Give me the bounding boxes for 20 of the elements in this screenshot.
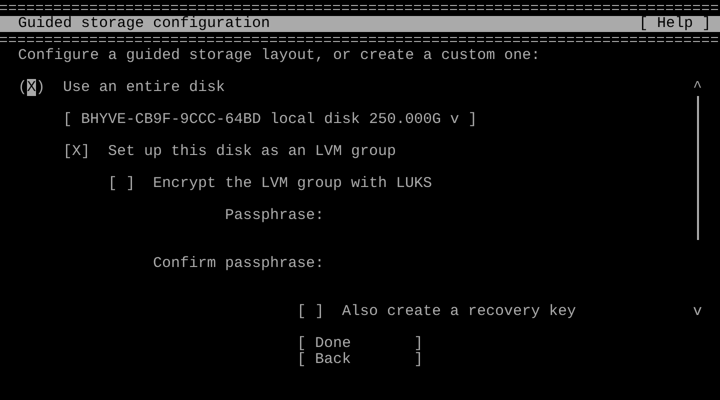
field-label: Passphrase: xyxy=(225,208,324,224)
screen-title: Guided storage configuration xyxy=(18,16,270,32)
option-label: Use an entire disk xyxy=(63,80,226,96)
checkbox[interactable]: [ ] xyxy=(297,304,324,320)
scroll-up-arrow[interactable]: ^ xyxy=(693,80,702,96)
menu-button[interactable]: [ Done ] xyxy=(297,336,424,352)
scrollbar-thumb[interactable] xyxy=(696,96,698,240)
menu-button[interactable]: [ Back ] xyxy=(297,352,424,368)
option-label: Encrypt the LVM group with LUKS xyxy=(153,176,432,192)
scrollbar[interactable]: ^ v xyxy=(693,80,702,320)
disk-dropdown[interactable]: [ BHYVE-CB9F-9CCC-64BD local disk 250.000G v ] xyxy=(63,112,478,128)
checkbox[interactable]: [X] xyxy=(63,144,90,160)
checkbox[interactable]: [ ] xyxy=(108,176,135,192)
help-button[interactable]: [ Help ] xyxy=(638,16,711,32)
field-label: Confirm passphrase: xyxy=(153,256,324,272)
option-label: Also create a recovery key xyxy=(342,304,576,320)
radio-button[interactable]: (X) xyxy=(18,80,45,96)
instruction-text: Configure a guided storage layout, or create a custom one: xyxy=(18,48,540,64)
option-label: Set up this disk as an LVM group xyxy=(108,144,396,160)
scroll-down-arrow[interactable]: v xyxy=(693,304,702,320)
